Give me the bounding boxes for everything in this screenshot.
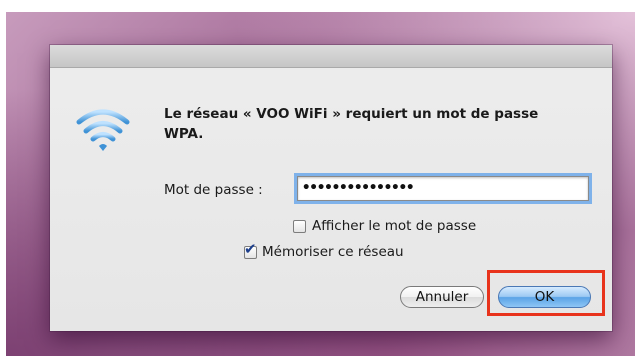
ok-highlight-box bbox=[487, 270, 605, 316]
remember-network-label[interactable]: Mémoriser ce réseau bbox=[262, 244, 404, 260]
checkmark-icon: ✔ bbox=[244, 240, 257, 258]
wifi-icon bbox=[76, 109, 130, 151]
show-password-checkbox[interactable] bbox=[293, 220, 306, 233]
password-label: Mot de passe : bbox=[164, 182, 263, 198]
show-password-label[interactable]: Afficher le mot de passe bbox=[312, 218, 476, 234]
password-field[interactable]: ••••••••••••••• bbox=[297, 176, 589, 201]
remember-network-checkbox[interactable]: ✔ bbox=[244, 242, 257, 259]
cancel-button[interactable]: Annuler bbox=[400, 286, 484, 308]
dialog-titlebar[interactable] bbox=[50, 45, 612, 68]
dialog-message: Le réseau « VOO WiFi » requiert un mot d… bbox=[164, 106, 539, 142]
screenshot-canvas: Le réseau « VOO WiFi » requiert un mot d… bbox=[0, 0, 635, 356]
